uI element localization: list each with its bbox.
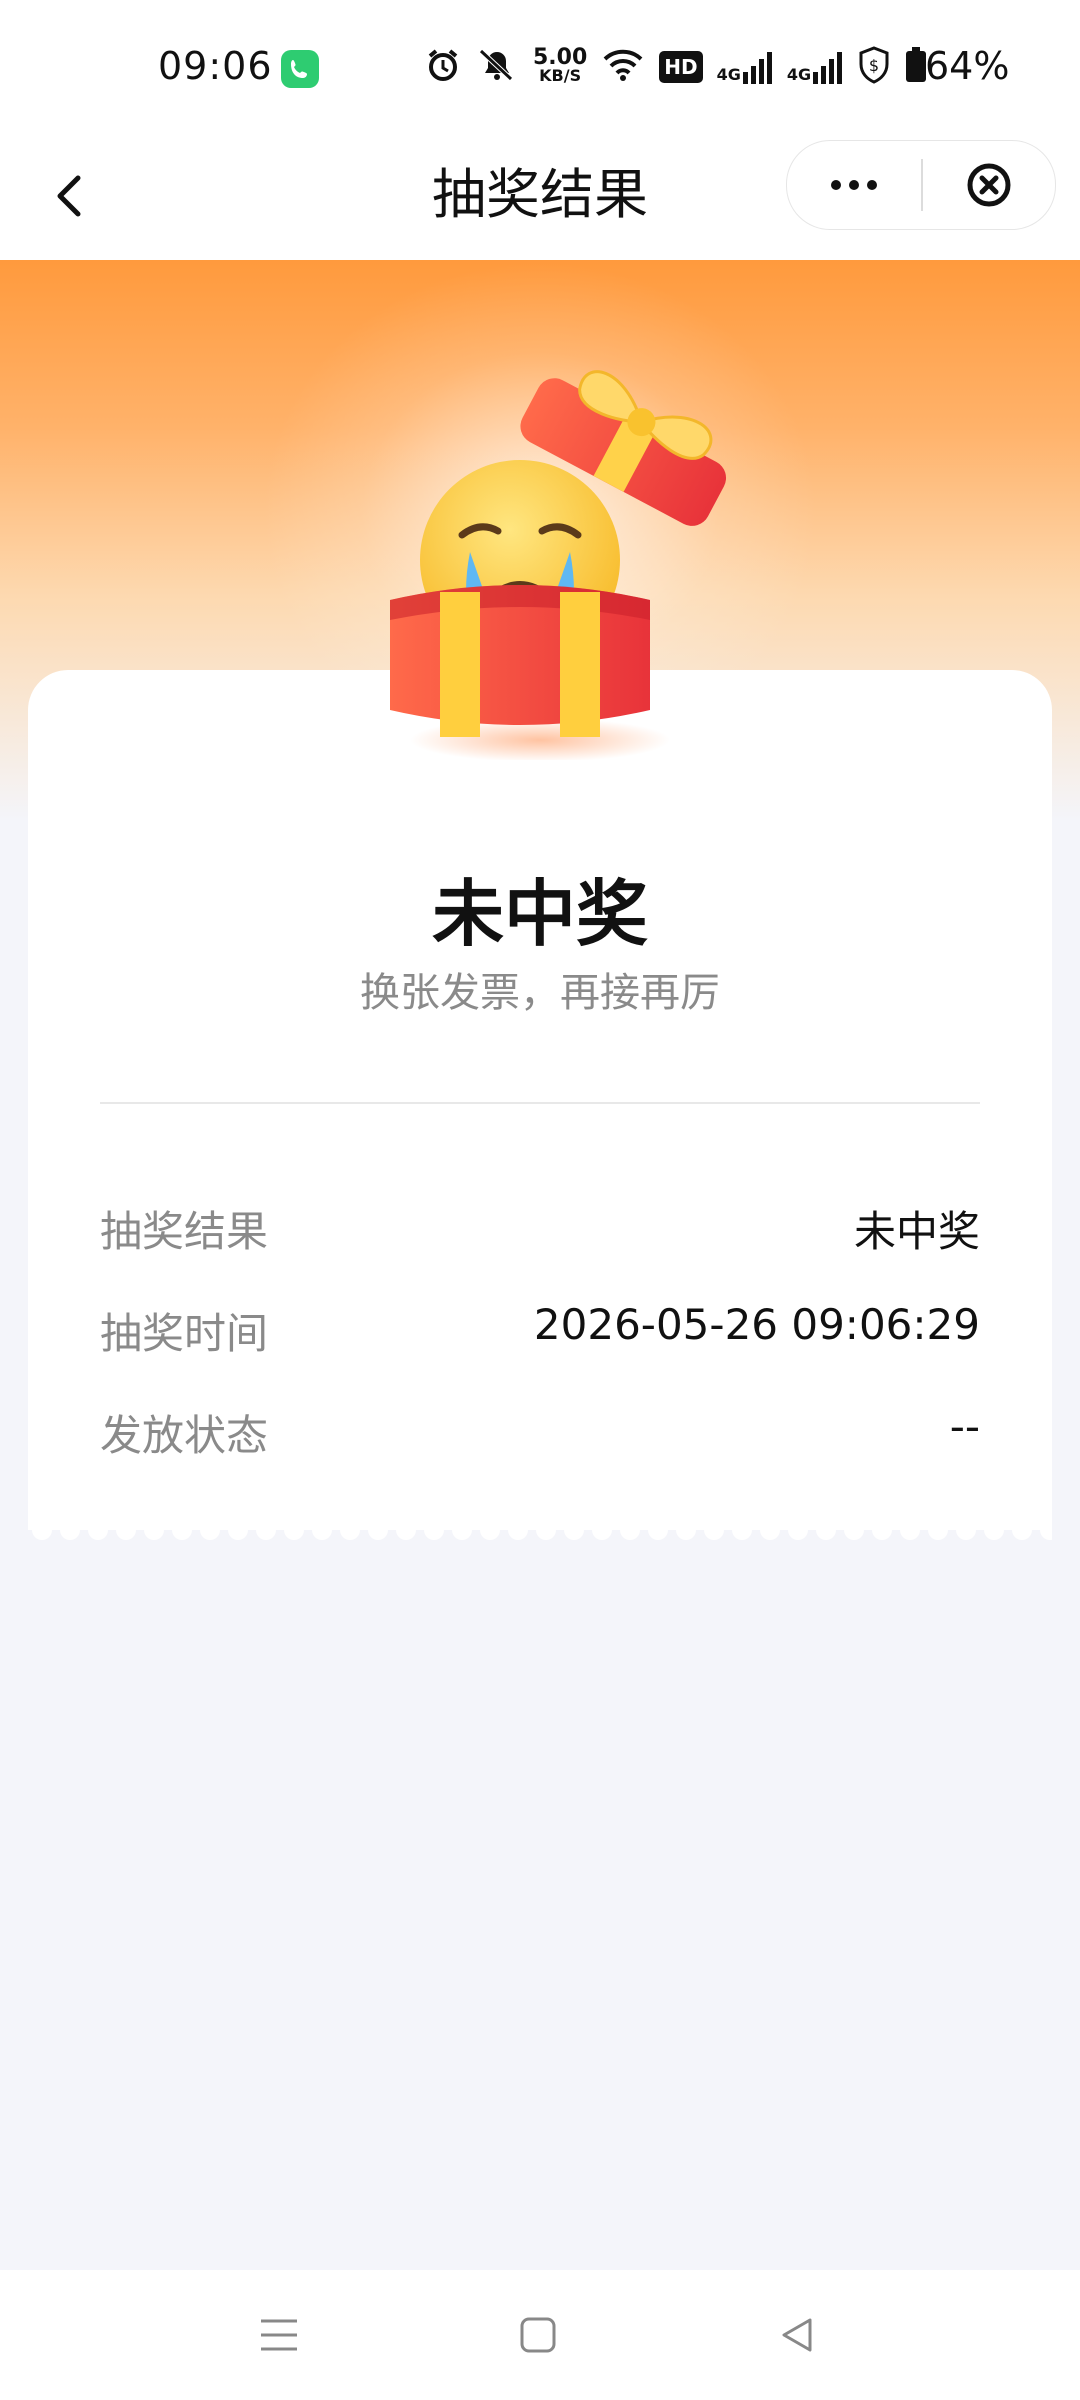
result-card bbox=[28, 670, 1052, 1530]
home-square-icon bbox=[520, 2317, 556, 2353]
detail-value: 未中奖 bbox=[853, 1207, 980, 1256]
net-speed: 5.00 KB/S bbox=[533, 45, 588, 85]
detail-row-time: 抽奖时间 2026-05-26 09:06:29 bbox=[100, 1300, 980, 1370]
result-subtitle: 换张发票，再接再厉 bbox=[360, 970, 720, 1016]
card-divider bbox=[100, 1102, 980, 1104]
shield-dollar-icon: $ bbox=[857, 46, 891, 88]
detail-value: -- bbox=[949, 1402, 980, 1451]
detail-value: 2026-05-26 09:06:29 bbox=[533, 1300, 980, 1349]
battery-percent: 64% bbox=[925, 44, 1010, 88]
status-time: 09:06 bbox=[158, 44, 273, 88]
result-title: 未中奖 bbox=[431, 872, 648, 956]
signal-1-label: 4G bbox=[716, 65, 741, 84]
system-nav-bar bbox=[0, 2270, 1080, 2400]
svg-text:$: $ bbox=[869, 56, 879, 75]
status-icons: 5.00 KB/S HD 4G 4G $ bbox=[425, 46, 927, 88]
back-button[interactable] bbox=[38, 160, 108, 230]
close-circle-icon bbox=[967, 163, 1011, 207]
status-bar: 09:06 5.00 KB/S HD 4G 4G $ 64% bbox=[0, 0, 1080, 130]
detail-label: 抽奖时间 bbox=[100, 1309, 269, 1358]
call-icon bbox=[281, 50, 319, 88]
back-triangle-icon bbox=[782, 2318, 812, 2352]
detail-label: 抽奖结果 bbox=[100, 1207, 269, 1256]
alarm-icon bbox=[425, 47, 461, 87]
close-button[interactable] bbox=[923, 141, 1055, 229]
back-chevron-icon bbox=[57, 175, 81, 217]
menu-icon bbox=[261, 2319, 297, 2351]
signal-2-label: 4G bbox=[786, 65, 812, 84]
card-zigzag-edge bbox=[28, 1510, 1052, 1544]
detail-row-status: 发放状态 -- bbox=[100, 1402, 980, 1472]
net-speed-unit: KB/S bbox=[539, 66, 582, 85]
mini-program-capsule bbox=[786, 140, 1056, 230]
menu-button[interactable] bbox=[244, 2300, 314, 2370]
signal-icon-2: 4G bbox=[787, 50, 843, 84]
hd-icon: HD bbox=[659, 51, 703, 83]
net-speed-value: 5.00 bbox=[533, 45, 588, 70]
wifi-icon bbox=[601, 47, 645, 87]
sad-gift-illustration bbox=[390, 370, 727, 760]
more-button[interactable] bbox=[787, 141, 921, 229]
nav-bar: 抽奖结果 bbox=[0, 130, 1080, 260]
more-dots-icon bbox=[831, 180, 877, 190]
mute-icon bbox=[475, 47, 519, 87]
detail-row-result: 抽奖结果 未中奖 bbox=[100, 1198, 980, 1268]
battery-icon bbox=[905, 47, 927, 87]
signal-icon-1: 4G bbox=[717, 50, 773, 84]
home-button[interactable] bbox=[503, 2300, 573, 2370]
system-back-button[interactable] bbox=[762, 2300, 832, 2370]
detail-label: 发放状态 bbox=[100, 1411, 269, 1460]
